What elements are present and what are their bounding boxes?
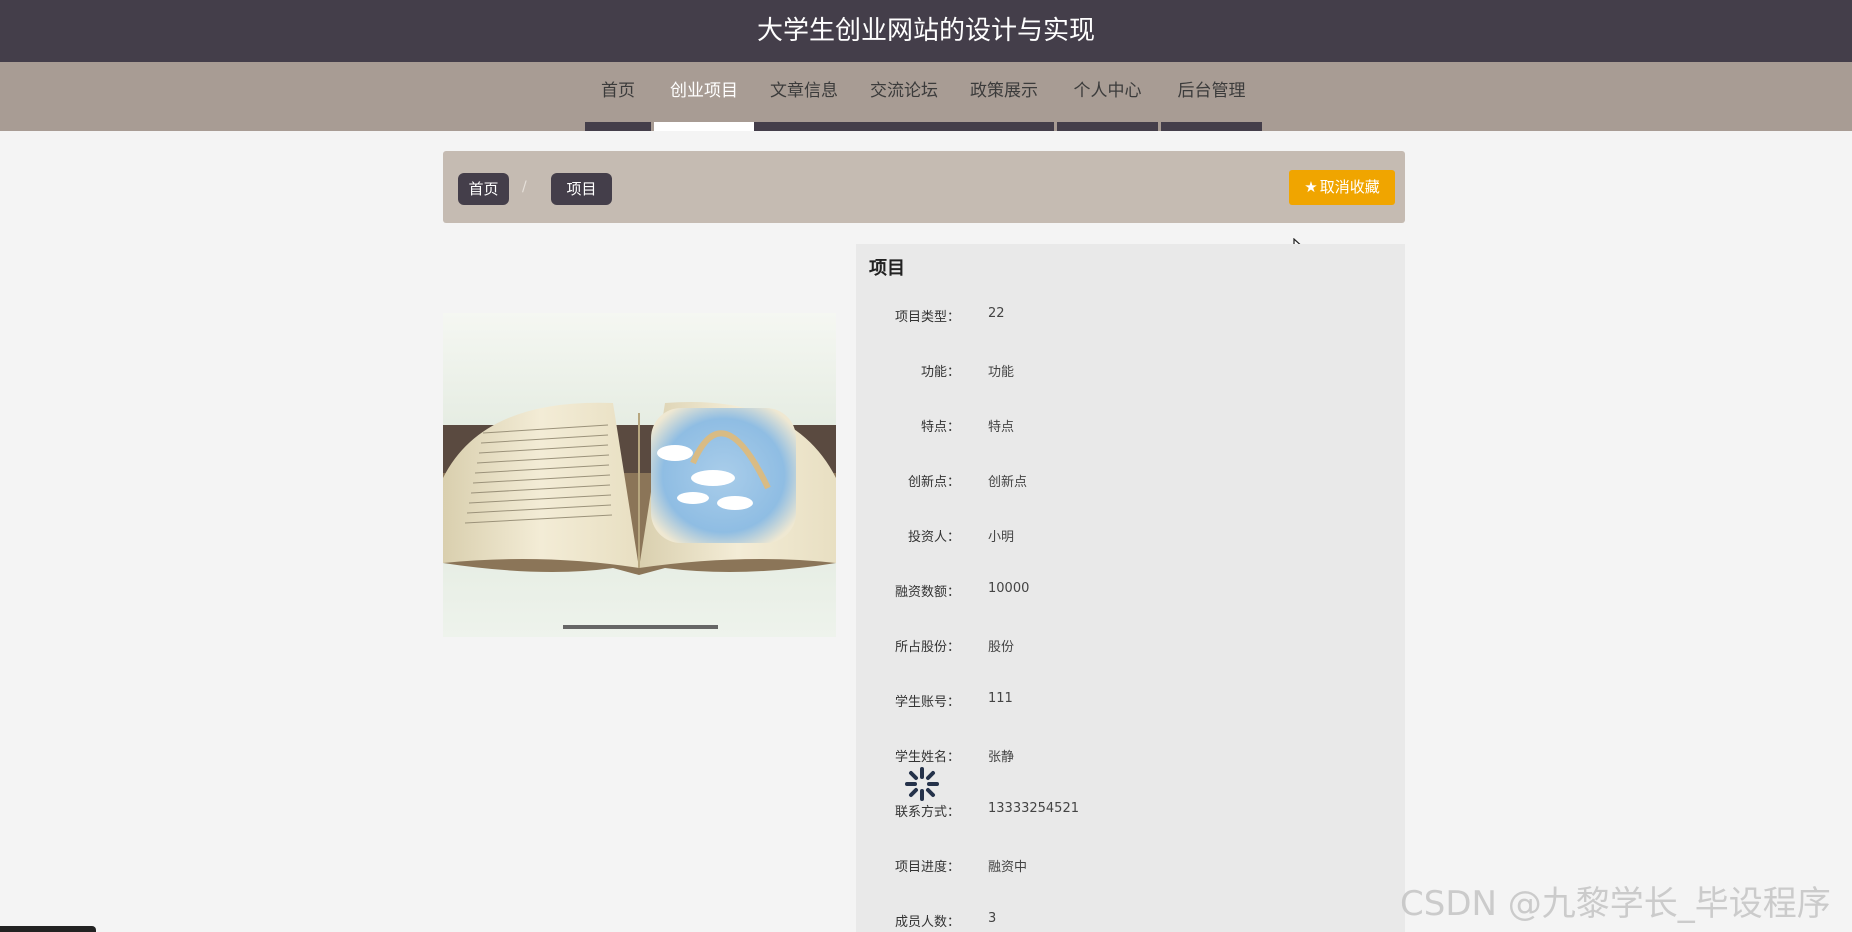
field-label-innovation: 创新点： [907,475,960,490]
field-value-contact: 13333254521 [988,801,1079,816]
field-label-funding: 融资数额： [894,585,960,600]
field-value-function: 功能 [988,365,1015,380]
field-value-progress: 融资中 [988,860,1028,875]
field-label-student-name: 学生姓名： [894,750,960,765]
field-label-features: 特点： [920,420,960,435]
field-label-investor: 投资人： [907,530,960,545]
nav-item-profile[interactable]: 个人中心 [1057,62,1158,131]
nav-item-indicator [754,122,854,131]
nav-item-admin[interactable]: 后台管理 [1161,62,1262,131]
nav-item-label: 交流论坛 [870,81,938,101]
corner-bar [0,926,96,932]
nav-item-home[interactable]: 首页 [585,62,651,131]
site-title: 大学生创业网站的设计与实现 [756,16,1095,46]
nav-item-label: 首页 [601,81,635,101]
project-image [443,313,836,637]
nav-item-projects[interactable]: 创业项目 [654,62,754,131]
field-value-innovation: 创新点 [988,475,1028,490]
star-icon: ★ [1304,178,1318,196]
field-value-members: 3 [988,911,997,926]
breadcrumb-separator: / [522,179,527,195]
nav-item-label: 政策展示 [970,81,1038,101]
field-label-equity: 所占股份： [894,640,960,655]
nav-item-forum[interactable]: 交流论坛 [854,62,954,131]
watermark: CSDN @九黎学长_毕设程序 [1400,884,1831,924]
nav-item-label: 后台管理 [1177,81,1246,101]
field-label-members: 成员人数： [894,915,960,930]
field-label-contact: 联系方式： [894,805,960,820]
nav-item-indicator [1057,122,1158,131]
nav-item-policy[interactable]: 政策展示 [954,62,1054,131]
nav-item-label: 个人中心 [1073,81,1142,101]
nav-item-indicator [654,122,754,131]
field-label-type: 项目类型： [894,310,960,325]
nav-item-indicator [954,122,1054,131]
field-label-student-account: 学生账号： [894,695,960,710]
field-value-investor: 小明 [988,530,1015,545]
loading-spinner-icon [904,766,940,802]
field-value-funding: 10000 [988,581,1030,596]
field-label-progress: 项目进度： [894,860,960,875]
field-value-student-name: 张静 [988,750,1015,765]
breadcrumb-home[interactable]: 首页 [458,173,509,205]
detail-title: 项目 [869,258,905,279]
nav-item-label: 文章信息 [770,81,838,101]
nav-item-articles[interactable]: 文章信息 [754,62,854,131]
field-value-equity: 股份 [988,640,1015,655]
nav-item-indicator [1161,122,1262,131]
breadcrumb-current[interactable]: 项目 [551,173,612,205]
field-value-type: 22 [988,306,1005,321]
main-nav: 首页 创业项目 文章信息 交流论坛 政策展示 个人中心 后台管理 [0,62,1852,131]
nav-item-label: 创业项目 [670,81,738,101]
field-value-features: 特点 [988,420,1015,435]
unfavorite-label: 取消收藏 [1319,178,1380,196]
field-value-student-account: 111 [988,691,1013,706]
nav-item-indicator [854,122,954,131]
nav-item-indicator [585,122,651,131]
unfavorite-button[interactable]: ★ 取消收藏 [1289,170,1395,205]
field-label-function: 功能： [920,365,960,380]
